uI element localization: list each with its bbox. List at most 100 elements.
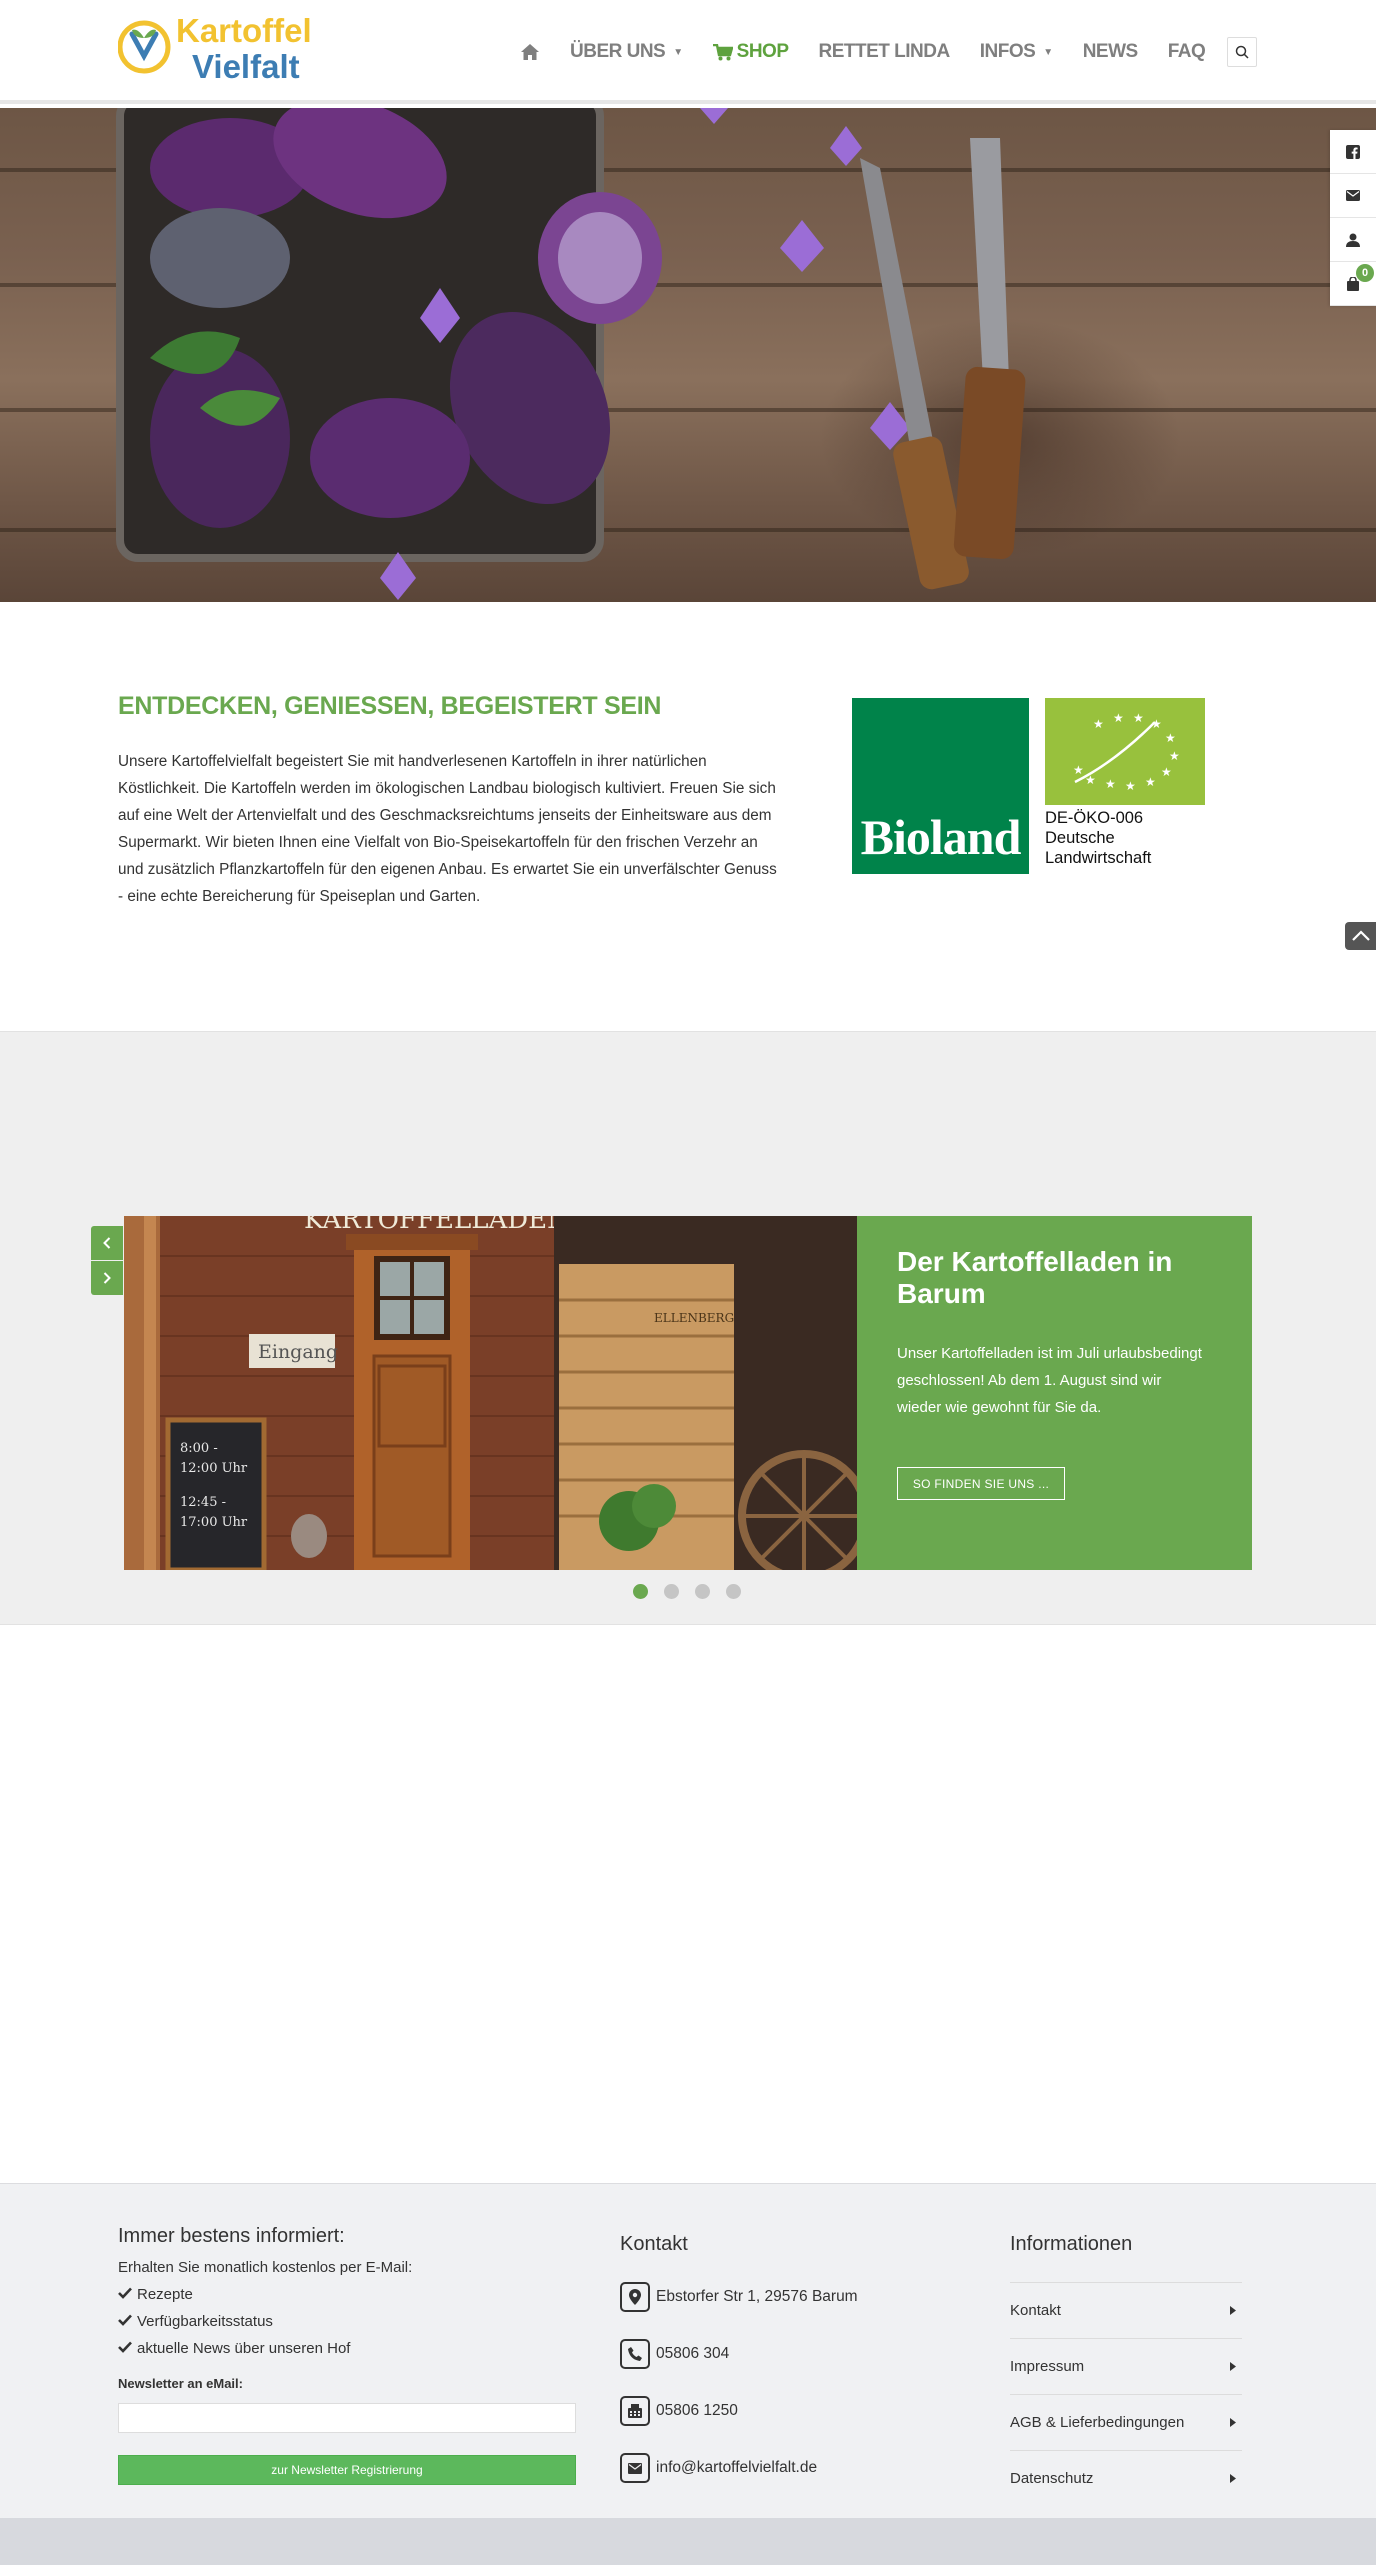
caret-right-icon — [1230, 2414, 1236, 2431]
bioland-logo: Bioland — [852, 698, 1029, 874]
mail-button[interactable] — [1330, 174, 1376, 218]
nav-ueber-uns-label: ÜBER UNS — [570, 41, 666, 62]
fax-icon — [620, 2396, 650, 2426]
contact-phone[interactable]: 05806 304 — [620, 2339, 729, 2369]
chevron-left-icon — [103, 1237, 111, 1249]
caret-right-icon — [1230, 2470, 1236, 2487]
contact-address-text: Ebstorfer Str 1, 29576 Barum — [656, 2288, 858, 2305]
scroll-to-top-button[interactable] — [1345, 922, 1376, 950]
facebook-icon — [1346, 144, 1360, 159]
newsletter-bullet-text: Rezepte — [137, 2286, 193, 2303]
info-link-kontakt[interactable]: Kontakt — [1010, 2282, 1242, 2338]
check-icon — [118, 2286, 132, 2303]
image-crate-label: ELLENBERG — [654, 1311, 734, 1325]
nav-shop[interactable]: SHOP — [712, 41, 789, 63]
cart-count-badge: 0 — [1356, 264, 1374, 282]
main-nav: ÜBER UNS ▼ SHOP RETTET LINDA INFOS ▼ NEWS … — [520, 34, 1235, 70]
eu-code-line1: DE-ÖKO-006 — [1045, 809, 1144, 827]
check-icon — [118, 2313, 132, 2330]
newsletter-bullet: Verfügbarkeitsstatus — [118, 2313, 273, 2330]
newsletter-submit-button[interactable]: zur Newsletter Registrierung — [118, 2455, 576, 2485]
info-link-label: Impressum — [1010, 2358, 1085, 2375]
envelope-icon — [620, 2453, 650, 2483]
info-link-label: Kontakt — [1010, 2302, 1061, 2319]
info-heading: Informationen — [1010, 2233, 1133, 2255]
newsletter-email-label: Newsletter an eMail: — [118, 2376, 243, 2391]
nav-shop-label: SHOP — [736, 41, 789, 62]
svg-text:★: ★ — [1145, 775, 1156, 789]
kartoffelladen-photo: Eingang KARTOFFELLADEN 8:00 - 12:00 Uhr … — [124, 1216, 857, 1570]
home-icon — [521, 44, 539, 60]
nav-rettet-linda[interactable]: RETTET LINDA — [819, 41, 951, 63]
newsletter-bullet: aktuelle News über unseren Hof — [118, 2340, 350, 2357]
hero-image — [0, 108, 1376, 602]
check-icon — [118, 2340, 132, 2357]
svg-text:★: ★ — [1161, 765, 1172, 779]
contact-phone-text: 05806 304 — [656, 2345, 730, 2362]
newsletter-bullet-text: aktuelle News über unseren Hof — [137, 2340, 351, 2357]
user-icon — [1346, 233, 1360, 247]
nav-ueber-uns[interactable]: ÜBER UNS ▼ — [570, 41, 683, 63]
cart-button[interactable]: 0 — [1330, 262, 1376, 306]
slider-dot-1[interactable] — [633, 1584, 648, 1599]
info-link-agb[interactable]: AGB & Lieferbedingungen — [1010, 2394, 1242, 2450]
caret-right-icon — [1230, 2358, 1236, 2375]
slide-image-kartoffelladen: Eingang KARTOFFELLADEN 8:00 - 12:00 Uhr … — [124, 1216, 857, 1570]
slide-title: Der Kartoffelladen in Barum — [897, 1246, 1173, 1309]
slide-text: Unser Kartoffelladen ist im Juli urlaubs… — [897, 1345, 1202, 1416]
chevron-right-icon — [103, 1272, 111, 1284]
contact-fax-text: 05806 1250 — [656, 2402, 738, 2419]
info-link-datenschutz[interactable]: Datenschutz — [1010, 2450, 1242, 2506]
search-icon — [1235, 45, 1249, 59]
nav-home[interactable] — [520, 43, 540, 61]
site-header: Kartoffel Vielfalt ÜBER UNS ▼ SHOP RETTET… — [0, 0, 1376, 104]
image-board-line1: 8:00 - — [180, 1441, 218, 1456]
logo-icon: Kartoffel Vielfalt — [117, 12, 312, 85]
svg-text:★: ★ — [1073, 763, 1084, 777]
logo-line1: Kartoffel — [176, 12, 312, 49]
bioland-logo-text: Bioland — [860, 809, 1022, 865]
intro-title: ENTDECKEN, GENIESSEN, BEGEISTERT SEIN — [118, 692, 662, 720]
svg-text:★: ★ — [1093, 717, 1104, 731]
nav-infos[interactable]: INFOS ▼ — [980, 41, 1053, 63]
facebook-button[interactable] — [1330, 130, 1376, 174]
newsletter-bullet: Rezepte — [118, 2286, 193, 2303]
info-link-label: AGB & Lieferbedingungen — [1010, 2414, 1185, 2431]
intro-text: Unsere Kartoffelvielfalt begeistert Sie … — [118, 753, 777, 905]
eu-code-line3: Landwirtschaft — [1045, 849, 1152, 867]
image-sign-top: KARTOFFELLADEN — [304, 1216, 570, 1235]
find-us-button[interactable]: SO FINDEN SIE UNS ... — [897, 1467, 1065, 1500]
logo[interactable]: Kartoffel Vielfalt — [117, 8, 328, 86]
svg-text:★: ★ — [1165, 731, 1176, 745]
newsletter-email-input[interactable] — [118, 2403, 576, 2433]
phone-icon — [620, 2339, 650, 2369]
newsletter-subtitle: Erhalten Sie monatlich kostenlos per E-M… — [118, 2259, 413, 2276]
newsletter-heading: Immer bestens informiert: — [118, 2225, 345, 2247]
slider-pagination — [633, 1584, 757, 1599]
svg-text:★: ★ — [1169, 749, 1180, 763]
logo-line2: Vielfalt — [192, 48, 300, 85]
image-board-line2: 12:00 Uhr — [180, 1461, 248, 1476]
svg-text:★: ★ — [1113, 711, 1124, 725]
eu-leaf-icon: ★ ★ ★ ★ ★★★★ ★★★★ — [1073, 711, 1180, 793]
slider-next-button[interactable] — [91, 1261, 123, 1295]
slider-dot-3[interactable] — [695, 1584, 710, 1599]
nav-news[interactable]: NEWS — [1083, 41, 1139, 63]
info-link-impressum[interactable]: Impressum — [1010, 2338, 1242, 2394]
eu-organic-code: DE-ÖKO-006 Deutsche Landwirtschaft — [1045, 808, 1215, 868]
slider-dot-2[interactable] — [664, 1584, 679, 1599]
info-link-label: Datenschutz — [1010, 2470, 1094, 2487]
slider-prev-button[interactable] — [91, 1226, 123, 1260]
svg-text:★: ★ — [1105, 777, 1116, 791]
search-button[interactable] — [1227, 37, 1257, 67]
slider-dot-4[interactable] — [726, 1584, 741, 1599]
footer-bottom-bar — [0, 2518, 1376, 2565]
chevron-up-icon — [1351, 930, 1370, 941]
contact-heading: Kontakt — [620, 2233, 688, 2255]
chevron-down-icon: ▼ — [1043, 46, 1053, 58]
newsletter-bullet-text: Verfügbarkeitsstatus — [137, 2313, 273, 2330]
cart-icon — [712, 43, 733, 60]
account-button[interactable] — [1330, 218, 1376, 262]
contact-email[interactable]: info@kartoffelvielfalt.de — [620, 2453, 817, 2483]
nav-faq[interactable]: FAQ — [1168, 41, 1206, 63]
